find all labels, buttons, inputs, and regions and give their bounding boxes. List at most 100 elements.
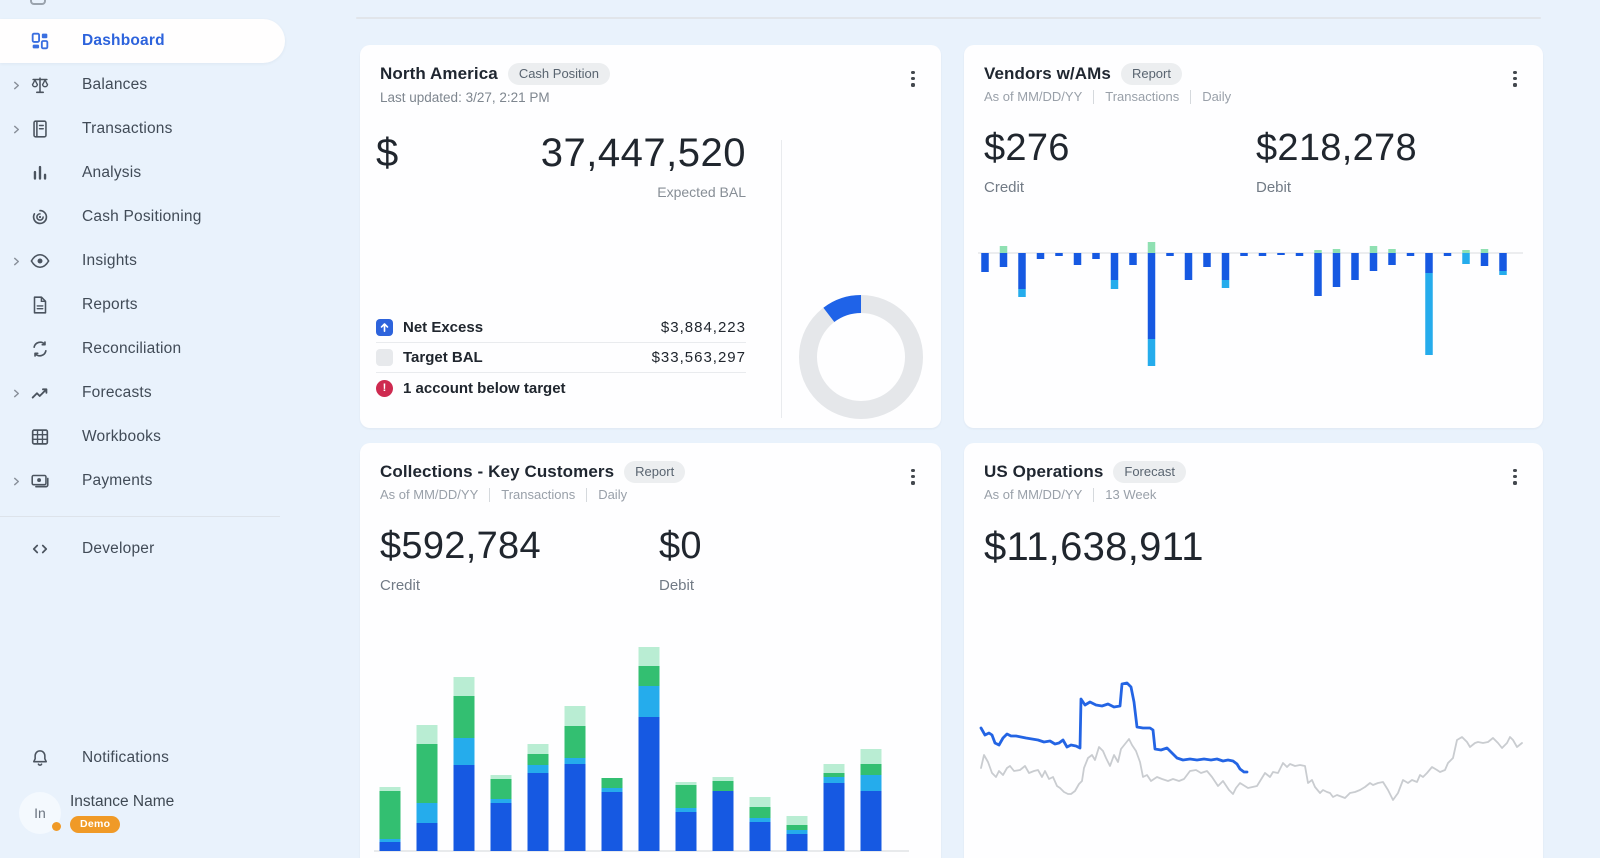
sidebar-item-forecasts[interactable]: Forecasts [0,371,285,415]
card-type-badge: Cash Position [508,63,610,85]
expected-balance-block: $ 37,447,520 Expected BAL [376,131,746,200]
sidebar-item-label: Dashboard [82,32,165,50]
meta-item: 13 Week [1105,487,1156,502]
payments-icon [29,470,51,492]
meta-item: Daily [1202,89,1231,104]
chevron-right-icon[interactable] [12,80,22,90]
expected-balance-value: 37,447,520 [376,131,746,176]
card-title: US Operations [984,462,1103,482]
sidebar-item-label: Developer [82,540,154,558]
debit-label: Debit [1256,179,1417,196]
sidebar-item-notifications[interactable]: Notifications [0,736,285,780]
sidebar-item-label: Analysis [82,164,141,182]
card-meta: As of MM/DD/YYTransactionsDaily [380,487,627,502]
sidebar-item-dashboard[interactable]: Dashboard [0,19,285,63]
chevron-right-icon[interactable] [12,256,22,266]
debit-label: Debit [659,577,702,594]
transactions-icon [29,118,51,140]
balance-rows: Net Excess $3,884,223 Target BAL $33,563… [376,313,746,403]
balances-icon [29,74,51,96]
kebab-menu-button[interactable] [1507,469,1523,489]
insights-icon [29,250,51,272]
sidebar-item-label: Workbooks [82,428,161,446]
sidebar-item-transactions[interactable]: Transactions [0,107,285,151]
meta-separator [586,488,587,502]
dashboard-icon [29,30,51,52]
cash-positioning-icon [29,206,51,228]
collections-bar-chart [374,630,923,858]
sidebar-item-reconciliation[interactable]: Reconciliation [0,327,285,371]
sidebar-item-balances[interactable]: Balances [0,63,285,107]
credit-label: Credit [984,179,1070,196]
forecasts-icon [29,382,51,404]
target-square-icon [376,349,393,366]
card-type-badge: Forecast [1113,461,1186,483]
meta-item: As of MM/DD/YY [380,487,478,502]
developer-icon [29,538,51,560]
kebab-menu-button[interactable] [905,469,921,489]
reports-icon [29,294,51,316]
card-title: North America [380,64,498,84]
sidebar-item-workbooks[interactable]: Workbooks [0,415,285,459]
net-excess-value: $3,884,223 [661,319,746,336]
chevron-right-icon[interactable] [12,388,22,398]
vertical-divider [781,140,782,418]
credit-value: $276 [984,127,1070,170]
demo-badge: Demo [70,816,120,833]
target-bal-value: $33,563,297 [652,349,746,366]
reconciliation-icon [29,338,51,360]
sidebar: Dashboard Balances Transactions Analysis Cas… [0,0,280,858]
chevron-right-icon[interactable] [12,124,22,134]
instance-name[interactable]: Instance Name [70,793,174,811]
currency-symbol: $ [376,131,398,176]
card-title: Collections - Key Customers [380,462,614,482]
card-type-badge: Report [624,461,685,483]
vendors-bar-chart [978,210,1527,382]
chevron-right-icon[interactable] [12,476,22,486]
kebab-menu-button[interactable] [1507,71,1523,91]
sidebar-item-insights[interactable]: Insights [0,239,285,283]
card-cash-position: North America Cash Position Last updated… [360,45,941,428]
sidebar-divider [0,516,280,517]
net-excess-label: Net Excess [403,319,483,336]
alert-text: 1 account below target [403,380,566,397]
meta-item: Daily [598,487,627,502]
meta-item: As of MM/DD/YY [984,487,1082,502]
up-arrow-icon [376,319,393,336]
alert-icon: ! [376,380,393,397]
forecast-stat: $11,638,911 [984,525,1204,570]
meta-separator [489,488,490,502]
debit-stat: $0 Debit [659,525,702,594]
sidebar-item-analysis[interactable]: Analysis [0,151,285,195]
card-collections: Collections - Key Customers Report As of… [360,443,941,858]
card-us-operations: US Operations Forecast As of MM/DD/YY 13 … [964,443,1543,858]
sidebar-item-label: Insights [82,252,137,270]
meta-item: As of MM/DD/YY [984,89,1082,104]
sidebar-item-label: Transactions [82,120,173,138]
expected-balance-label: Expected BAL [376,184,746,200]
kebab-menu-button[interactable] [905,71,921,91]
notifications-icon [29,747,51,769]
card-meta: As of MM/DD/YY 13 Week [984,487,1156,502]
credit-stat: $276 Credit [984,127,1070,196]
last-updated-text: Last updated: 3/27, 2:21 PM [380,90,550,105]
meta-separator [1093,488,1094,502]
sidebar-item-developer[interactable]: Developer [0,527,285,571]
sidebar-item-payments[interactable]: Payments [0,459,285,503]
target-bal-label: Target BAL [403,349,483,366]
cash-position-donut-chart [796,292,926,422]
card-meta: As of MM/DD/YYTransactionsDaily [984,89,1231,104]
target-bal-row: Target BAL $33,563,297 [376,343,746,373]
sidebar-item-label: Forecasts [82,384,152,402]
forecast-value: $11,638,911 [984,525,1204,570]
sidebar-item-label: Cash Positioning [82,208,202,226]
analysis-icon [29,162,51,184]
sidebar-item-label: Balances [82,76,147,94]
alert-row: ! 1 account below target [376,373,746,403]
sidebar-item-label: Payments [82,472,153,490]
sidebar-item-cash-positioning[interactable]: Cash Positioning [0,195,285,239]
sidebar-item-reports[interactable]: Reports [0,283,285,327]
card-vendors: Vendors w/AMs Report As of MM/DD/YYTrans… [964,45,1543,428]
net-excess-row: Net Excess $3,884,223 [376,313,746,343]
meta-separator [1190,90,1191,104]
